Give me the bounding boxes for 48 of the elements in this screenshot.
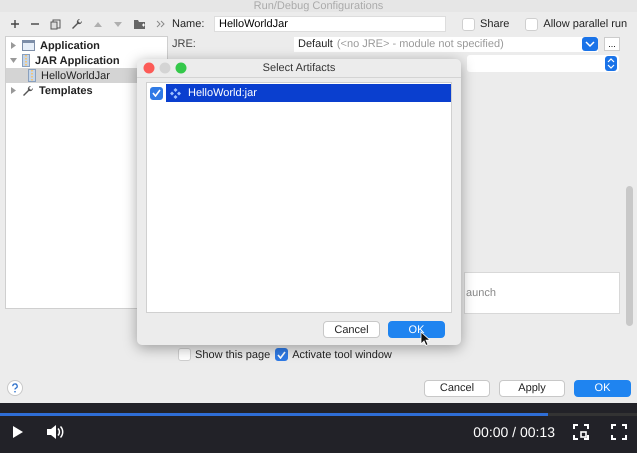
- dropdown[interactable]: [467, 54, 619, 72]
- play-icon[interactable]: [12, 424, 24, 438]
- checkbox-label: Show this page: [195, 348, 270, 360]
- copy-icon[interactable]: [50, 18, 61, 30]
- wrench-icon[interactable]: [71, 18, 83, 30]
- dialog-button[interactable]: Cancel: [424, 380, 490, 396]
- dialog-button[interactable]: Apply: [499, 380, 565, 396]
- volume-icon[interactable]: [46, 424, 64, 440]
- tree-item[interactable]: JAR Application: [6, 53, 167, 68]
- picture-in-picture-icon[interactable]: [573, 424, 589, 440]
- window-title: Run/Debug Configurations: [254, 1, 384, 12]
- folder-icon[interactable]: [133, 18, 146, 30]
- ok-button[interactable]: OK: [388, 321, 445, 338]
- wrench-icon: [22, 84, 34, 96]
- collapsed-arrow-icon: [10, 87, 17, 94]
- window-controls-icon[interactable]: [143, 62, 187, 74]
- dialog-title: Select Artifacts: [262, 62, 336, 74]
- diamond-icon: [170, 88, 181, 98]
- checkbox[interactable]: [275, 348, 288, 361]
- jar-icon: [22, 54, 30, 67]
- chevrons-icon[interactable]: [156, 19, 165, 29]
- jre-dropdown[interactable]: Default (<no JRE> - module not specified): [294, 36, 598, 52]
- artifact-item[interactable]: HelloWorld:jar: [166, 84, 451, 102]
- checkbox-label: Activate tool window: [292, 348, 392, 360]
- checkbox-label: Allow parallel run: [543, 18, 628, 30]
- checkbox-label: Share: [480, 18, 510, 30]
- window-icon: [22, 40, 35, 51]
- jre-label: JRE:: [172, 38, 197, 50]
- fullscreen-icon[interactable]: [611, 424, 627, 440]
- name-label: Name:: [172, 18, 206, 30]
- tree-item[interactable]: Templates: [6, 83, 167, 98]
- checkbox[interactable]: [150, 86, 163, 100]
- help-icon[interactable]: [7, 380, 23, 396]
- panel-text: aunch: [466, 287, 496, 299]
- collapsed-arrow-icon: [10, 42, 17, 49]
- add-icon[interactable]: [10, 19, 20, 29]
- ok-button[interactable]: OK: [574, 380, 631, 396]
- scrollbar[interactable]: [626, 186, 633, 326]
- time-display: 00:00 / 00:13: [473, 424, 555, 440]
- checkmark-icon: [277, 350, 286, 358]
- stepper-icon: [605, 56, 617, 70]
- jar-icon: [28, 69, 36, 82]
- tree-item[interactable]: Application: [6, 38, 167, 53]
- browse-button[interactable]: ...: [604, 37, 620, 51]
- name-field[interactable]: HelloWorldJar: [214, 16, 446, 32]
- checkmark-icon: [152, 89, 161, 97]
- expanded-arrow-icon: [10, 57, 17, 64]
- dialog-button[interactable]: Cancel: [323, 321, 380, 338]
